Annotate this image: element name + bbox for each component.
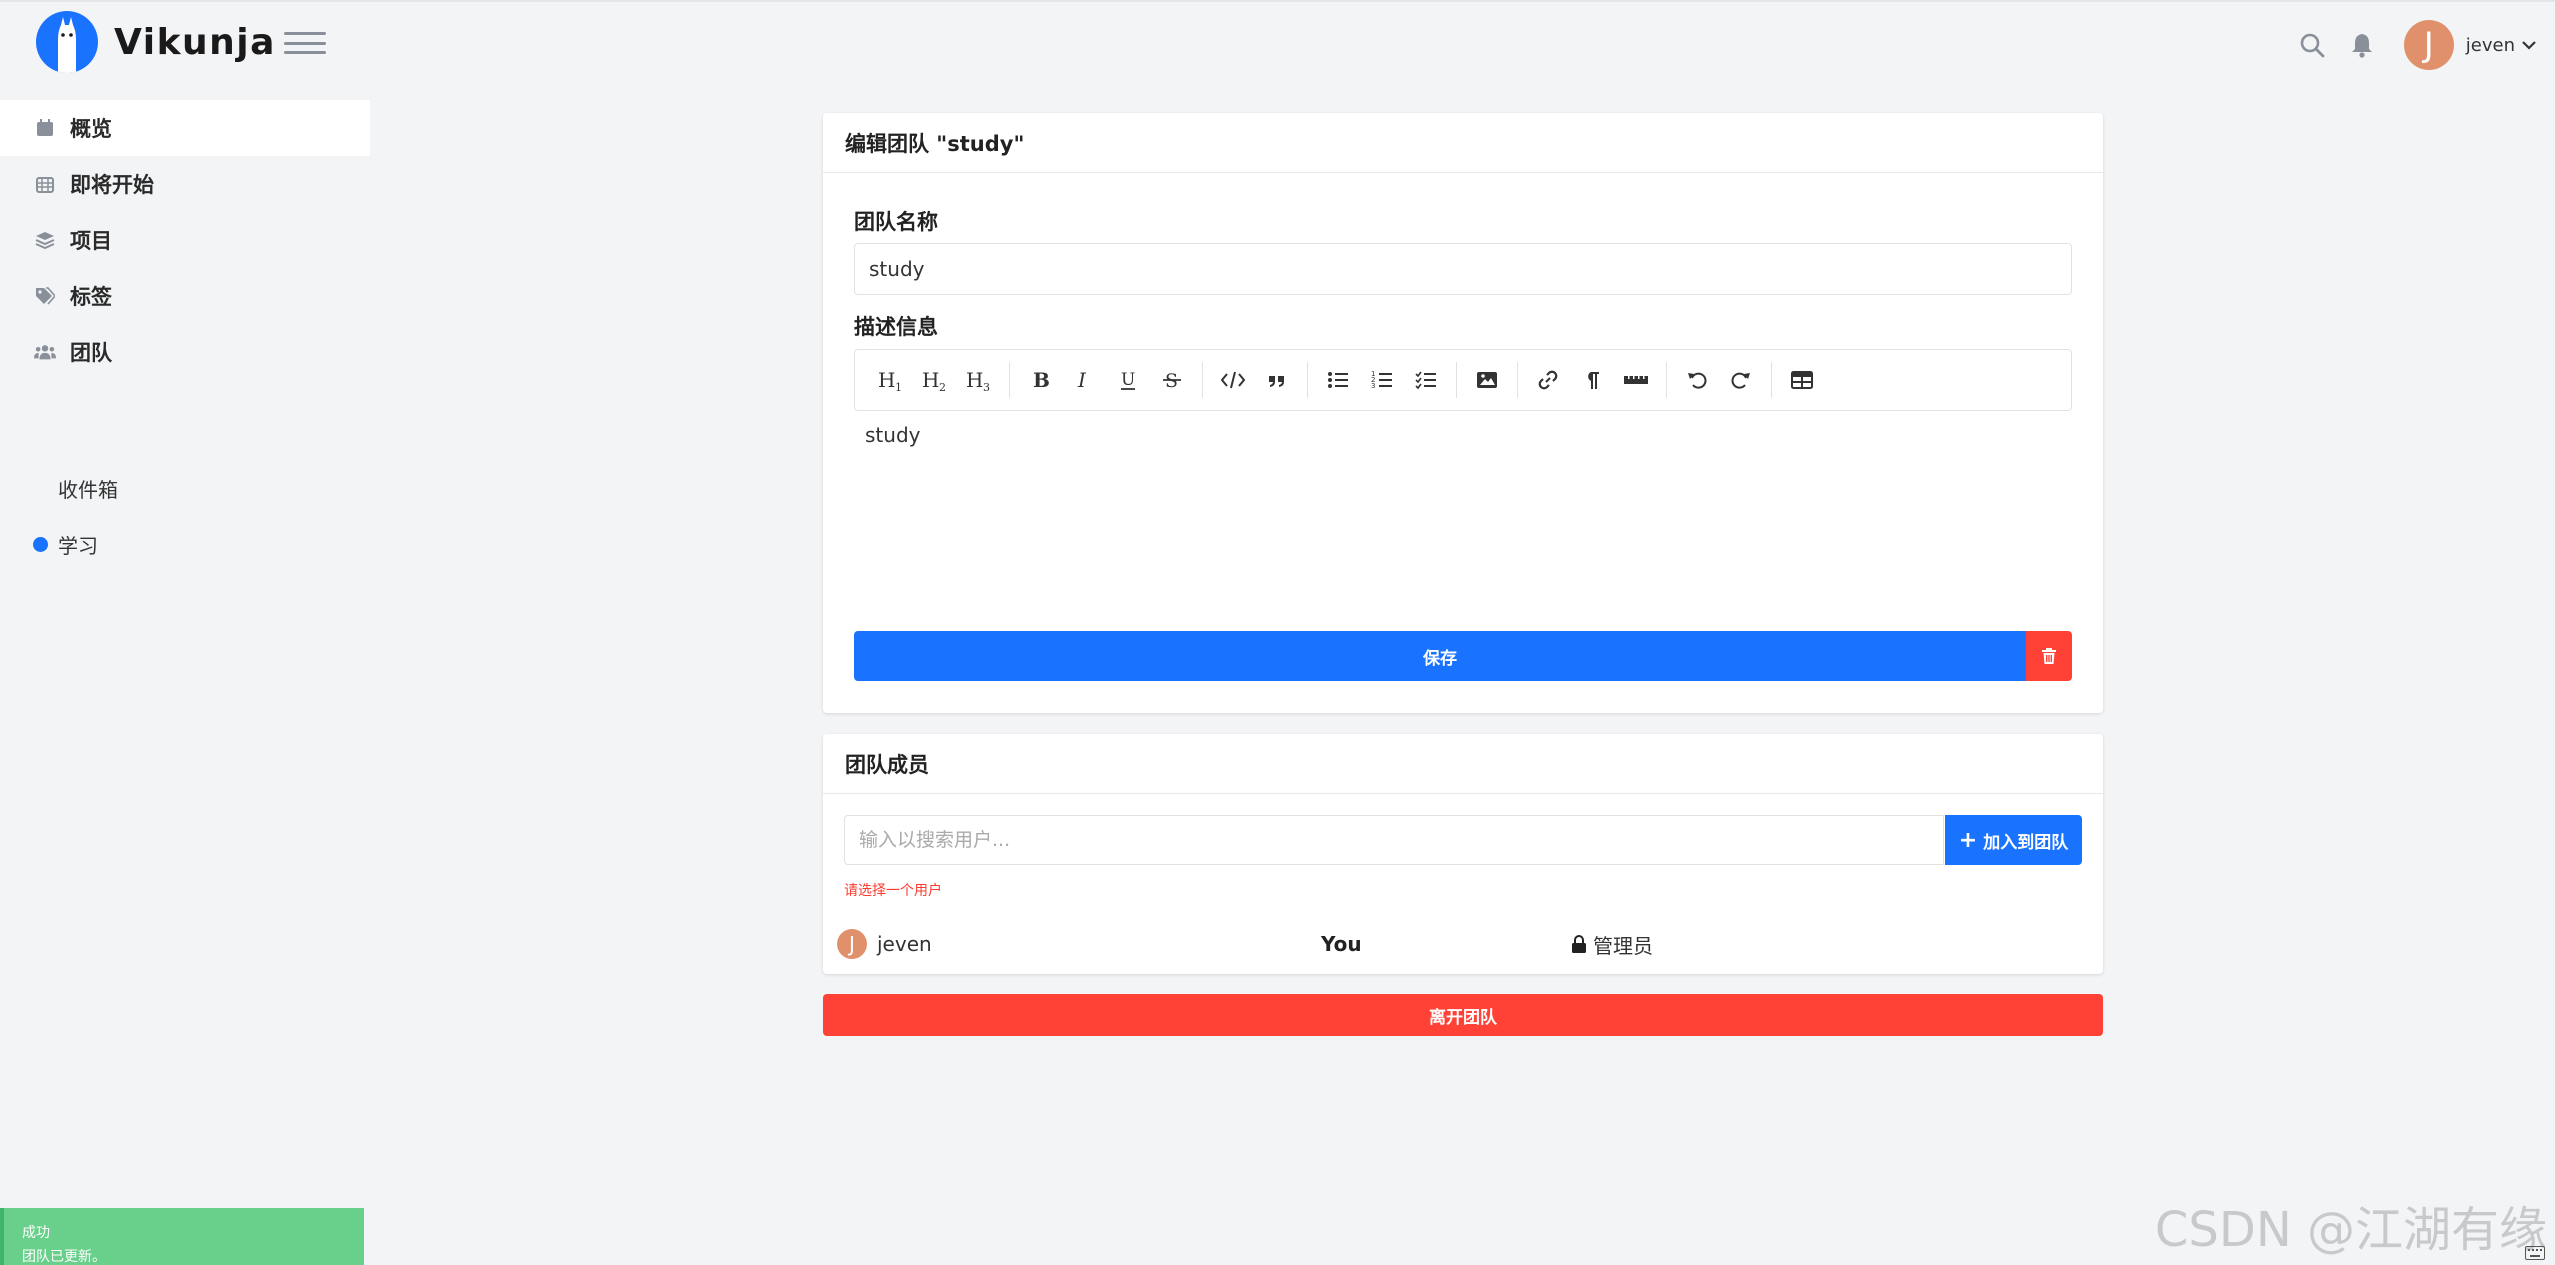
sidebar-item-overview[interactable]: 概览 [0,100,370,156]
user-name[interactable]: jeven [2466,35,2515,56]
member-name: jeven [877,932,932,956]
llama-logo-icon [36,11,98,73]
users-icon [34,341,56,363]
table-row: J jeven You 管理员 [837,924,2087,964]
sidebar-item-upcoming[interactable]: 即将开始 [0,156,370,212]
svg-text:3: 3 [1371,382,1375,390]
sidebar-item-label: 概览 [70,117,112,141]
bullet-list-icon[interactable] [1316,358,1360,402]
trash-icon [2042,648,2056,664]
heading-1-icon[interactable]: H1 [869,358,913,402]
watermark: CSDN @江湖有缘 [2154,1202,2547,1258]
project-item-inbox[interactable]: 收件箱 [0,460,370,516]
member-role-label: 管理员 [1593,933,1653,958]
project-label: 收件箱 [58,477,118,502]
svg-text:H: H [966,368,983,392]
member-role: 管理员 [1571,930,1653,959]
svg-text:U: U [1121,370,1135,390]
save-button[interactable]: 保存 [854,631,2026,681]
svg-text:H: H [922,368,939,392]
add-to-team-button[interactable]: + 加入到团队 [1945,815,2082,865]
svg-text:I: I [1077,369,1087,391]
sidebar-item-label: 即将开始 [70,173,154,197]
sidebar-item-label: 项目 [70,229,112,253]
keyboard-icon [2525,1245,2545,1264]
team-name-input[interactable]: study [854,243,2072,295]
vikunja-logo[interactable]: Vikunja [36,10,276,74]
edit-team-title: 编辑团队 "study" [823,113,2103,173]
sidebar-item-projects[interactable]: 项目 [0,212,370,268]
delete-team-button[interactable] [2026,631,2072,681]
user-search-input[interactable] [844,815,1944,865]
calendar-icon [34,117,56,139]
numbered-list-icon[interactable]: 123 [1360,358,1404,402]
sidebar: 概览 即将开始 项目 标签 团队 收件箱 学习 [0,100,370,572]
layers-icon [34,229,56,251]
editor-toolbar: H1 H2 H3 B I U S 123 [854,349,2072,411]
code-icon[interactable] [1211,358,1255,402]
leave-team-button[interactable]: 离开团队 [823,994,2103,1036]
select-user-error: 请选择一个用户 [844,883,942,899]
member-you-label: You [1321,932,1362,956]
menu-toggle-button[interactable] [284,32,326,54]
toast-title: 成功 [22,1225,50,1241]
member-avatar: J [837,929,867,959]
heading-2-icon[interactable]: H2 [913,358,957,402]
add-to-team-label: 加入到团队 [1983,832,2069,853]
sidebar-item-label: 标签 [70,285,112,309]
bell-icon[interactable] [2342,25,2382,65]
sidebar-item-teams[interactable]: 团队 [0,324,370,380]
sidebar-item-labels[interactable]: 标签 [0,268,370,324]
quote-icon[interactable] [1255,358,1299,402]
italic-icon[interactable]: I [1062,358,1106,402]
toast-message: 团队已更新。 [22,1249,106,1265]
user-avatar[interactable]: J [2403,20,2454,70]
redo-icon[interactable] [1719,358,1763,402]
lock-icon [1572,935,1586,953]
bold-icon[interactable]: B [1018,358,1062,402]
horizontal-rule-icon[interactable] [1614,358,1658,402]
underline-icon[interactable]: U [1106,358,1150,402]
edit-team-card: 编辑团队 "study" 团队名称 study 描述信息 H1 H2 H3 B … [823,113,2103,713]
paragraph-icon[interactable] [1570,358,1614,402]
svg-text:B: B [1033,369,1050,391]
project-item-study[interactable]: 学习 [0,516,370,572]
success-toast[interactable]: 成功 团队已更新。 [0,1208,364,1265]
members-title: 团队成员 [823,734,2103,794]
search-icon[interactable] [2292,25,2332,65]
description-label: 描述信息 [854,315,938,339]
svg-text:H: H [878,368,895,392]
app-name: Vikunja [114,21,276,63]
undo-icon[interactable] [1675,358,1719,402]
plus-icon: + [1958,827,1978,853]
description-editor[interactable]: study [865,423,920,447]
team-name-label: 团队名称 [854,210,938,234]
svg-text:2: 2 [939,381,946,393]
svg-text:3: 3 [983,381,990,393]
image-icon[interactable] [1465,358,1509,402]
team-members-card: 团队成员 + 加入到团队 请选择一个用户 J jeven You 管理员 [823,734,2103,974]
heading-3-icon[interactable]: H3 [957,358,1001,402]
sidebar-item-label: 团队 [70,341,112,365]
chevron-down-icon[interactable] [2521,36,2537,55]
checklist-icon[interactable] [1404,358,1448,402]
tags-icon [34,285,56,307]
strikethrough-icon[interactable]: S [1150,358,1194,402]
project-label: 学习 [58,533,98,558]
project-color-dot [33,536,48,552]
calendar-grid-icon [34,173,56,195]
table-icon[interactable] [1780,358,1824,402]
top-navbar: Vikunja J jeven [0,0,2555,84]
link-icon[interactable] [1526,358,1570,402]
svg-text:1: 1 [895,381,902,393]
